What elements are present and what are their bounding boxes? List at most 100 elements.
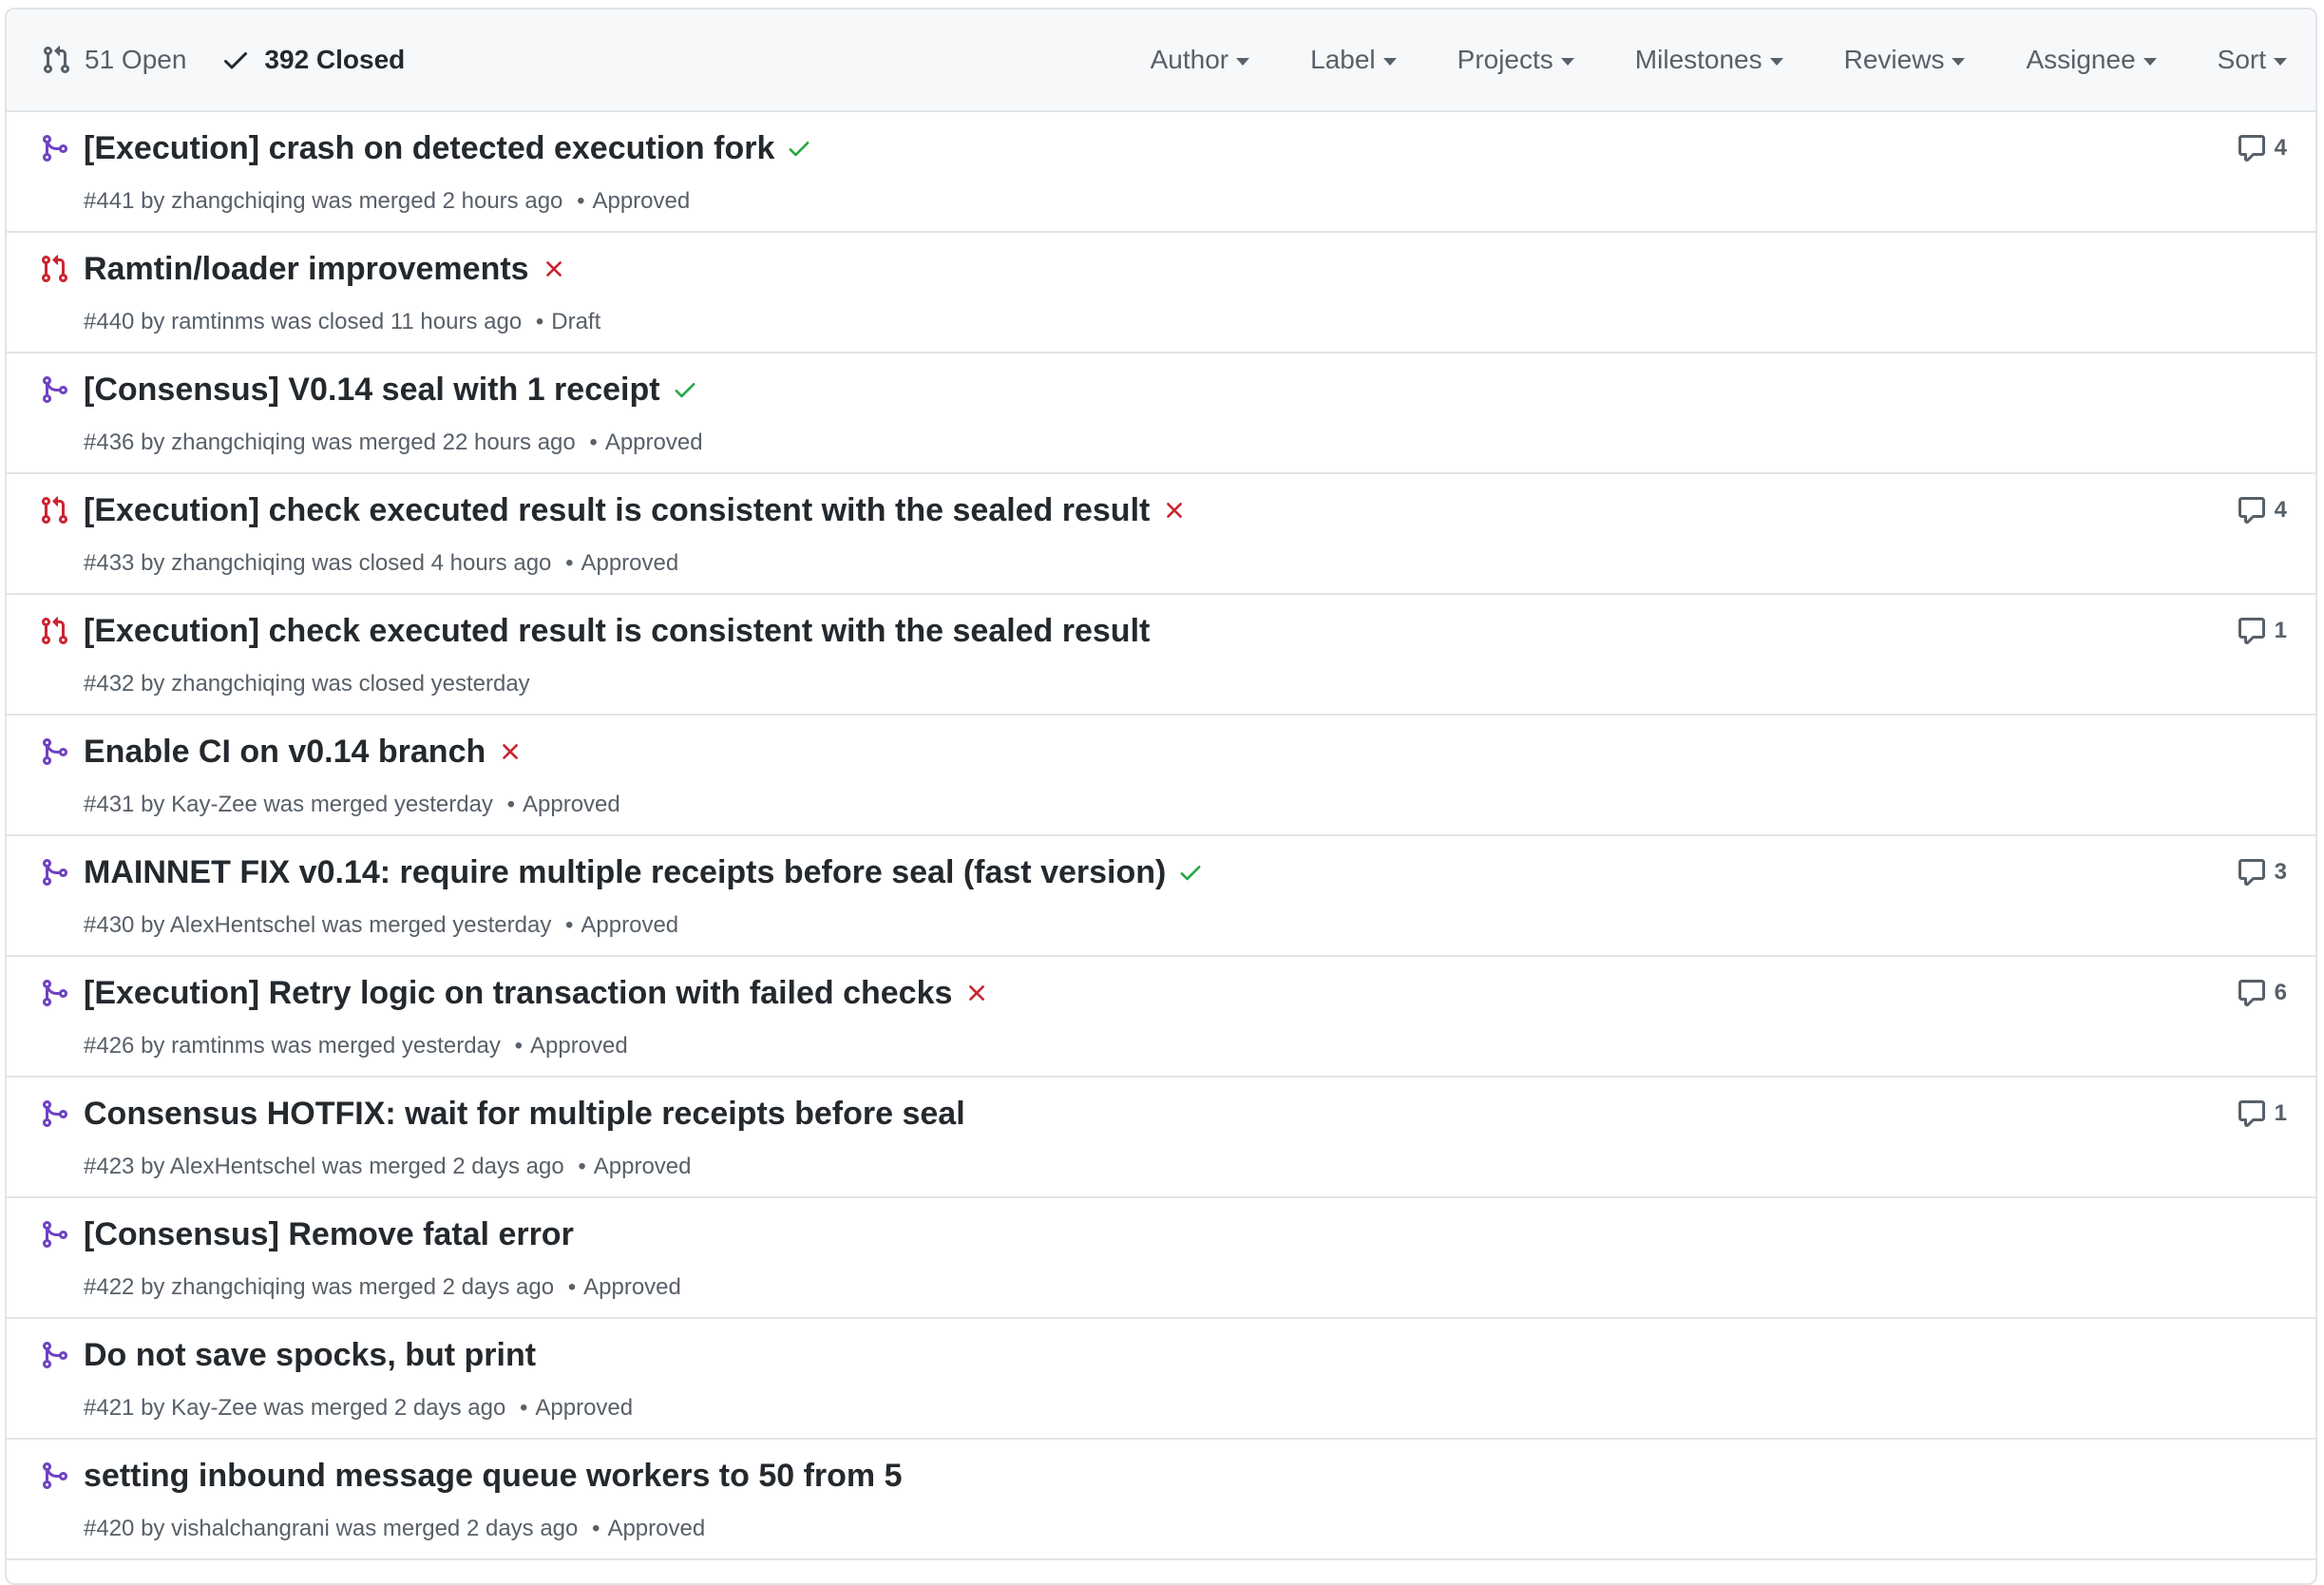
comment-count[interactable]: 1	[2237, 616, 2287, 646]
pull-request-author[interactable]: zhangchiqing	[171, 430, 305, 455]
pull-request-author[interactable]: zhangchiqing	[171, 188, 305, 214]
pull-request-title[interactable]: Ramtin/loader improvements	[84, 250, 529, 289]
filter-author[interactable]: Author	[1151, 45, 1250, 75]
comment-count[interactable]: 4	[2237, 133, 2287, 163]
closed-count: 392 Closed	[264, 45, 406, 74]
title-line: setting inbound message queue workers to…	[84, 1457, 903, 1496]
merged-pr-icon	[39, 374, 69, 405]
check-success-icon[interactable]	[672, 376, 698, 403]
by-word: by	[141, 1154, 165, 1179]
pull-request-meta: #432 by zhangchiqing was closed yesterda…	[84, 671, 530, 698]
review-status[interactable]: Approved	[581, 550, 678, 576]
review-status[interactable]: Approved	[530, 1033, 628, 1059]
pull-request-title[interactable]: [Execution] check executed result is con…	[84, 491, 1150, 530]
pull-request-title[interactable]: [Consensus] Remove fatal error	[84, 1215, 574, 1254]
review-status[interactable]: Approved	[607, 1516, 705, 1541]
pull-request-row: [Consensus] V0.14 seal with 1 receipt #4…	[7, 353, 2315, 474]
comment-count[interactable]: 4	[2237, 495, 2287, 525]
caret-down-icon	[2274, 57, 2287, 66]
filter-projects[interactable]: Projects	[1457, 45, 1574, 75]
pull-request-author[interactable]: AlexHentschel	[170, 912, 315, 938]
pull-request-meta: #430 by AlexHentschel was merged yesterd…	[84, 912, 678, 940]
pull-request-title[interactable]: [Execution] crash on detected execution …	[84, 129, 774, 168]
by-word: by	[141, 309, 165, 334]
separator-dot: •	[592, 1516, 600, 1541]
merged-pr-icon	[39, 736, 69, 767]
pull-request-number: #432	[84, 671, 135, 697]
pull-request-title[interactable]: Do not save spocks, but print	[84, 1336, 536, 1375]
pull-request-meta: #422 by zhangchiqing was merged 2 days a…	[84, 1274, 681, 1302]
pull-request-title[interactable]: Consensus HOTFIX: wait for multiple rece…	[84, 1095, 965, 1134]
by-word: by	[141, 188, 165, 214]
filter-label[interactable]: Label	[1310, 45, 1397, 75]
by-word: by	[141, 550, 165, 576]
review-status[interactable]: Approved	[605, 430, 703, 455]
pull-request-time: 22 hours ago	[442, 430, 576, 455]
filter-label: Sort	[2217, 45, 2266, 74]
filter-reviews[interactable]: Reviews	[1844, 45, 1966, 75]
check-failure-icon[interactable]	[1161, 497, 1188, 524]
pull-request-title[interactable]: Enable CI on v0.14 branch	[84, 733, 486, 772]
pull-request-number: #423	[84, 1154, 135, 1179]
review-status[interactable]: Approved	[581, 912, 678, 938]
pull-request-author[interactable]: ramtinms	[171, 309, 265, 334]
pull-request-action: was closed	[312, 671, 425, 697]
caret-down-icon	[2143, 57, 2157, 66]
review-status[interactable]: Draft	[551, 309, 600, 334]
merged-pr-icon	[39, 1219, 69, 1250]
pull-request-meta: #420 by vishalchangrani was merged 2 day…	[84, 1516, 705, 1543]
pull-request-author[interactable]: zhangchiqing	[171, 550, 305, 576]
pull-request-meta: #423 by AlexHentschel was merged 2 days …	[84, 1154, 692, 1181]
title-line: [Consensus] Remove fatal error	[84, 1215, 574, 1254]
pull-request-meta: #436 by zhangchiqing was merged 22 hours…	[84, 430, 703, 457]
pull-request-author[interactable]: AlexHentschel	[170, 1154, 315, 1179]
pull-request-author[interactable]: zhangchiqing	[171, 671, 305, 697]
pull-request-author[interactable]: zhangchiqing	[171, 1274, 305, 1300]
pull-request-author[interactable]: vishalchangrani	[171, 1516, 330, 1541]
comment-number: 4	[2274, 497, 2287, 523]
separator-dot: •	[578, 1154, 586, 1179]
pull-request-meta: #431 by Kay-Zee was merged yesterday • Ap…	[84, 792, 620, 819]
open-toggle[interactable]: 51 Open	[35, 45, 192, 75]
separator-dot: •	[589, 430, 598, 455]
filter-label: Milestones	[1634, 45, 1762, 74]
closed-toggle[interactable]: 392 Closed	[215, 45, 410, 75]
pull-request-row: [Execution] check executed result is con…	[7, 474, 2315, 595]
check-success-icon[interactable]	[786, 135, 812, 162]
review-status[interactable]: Approved	[594, 1154, 692, 1179]
pull-request-number: #431	[84, 792, 135, 817]
review-status[interactable]: Approved	[583, 1274, 681, 1300]
review-status[interactable]: Approved	[535, 1395, 633, 1421]
open-count: 51 Open	[85, 45, 187, 74]
filter-sort[interactable]: Sort	[2218, 45, 2287, 75]
pull-request-row: Consensus HOTFIX: wait for multiple rece…	[7, 1078, 2315, 1198]
pull-request-time: yesterday	[452, 912, 552, 938]
review-wrap: • Approved	[569, 188, 690, 214]
comment-count[interactable]: 6	[2237, 978, 2287, 1008]
caret-down-icon	[1382, 57, 1397, 66]
check-failure-icon[interactable]	[497, 738, 524, 765]
filter-label: Author	[1150, 45, 1229, 74]
pull-request-title[interactable]: [Consensus] V0.14 seal with 1 receipt	[84, 371, 660, 410]
pull-request-time: 2 hours ago	[442, 188, 563, 214]
comment-count[interactable]: 1	[2237, 1098, 2287, 1129]
check-failure-icon[interactable]	[541, 256, 567, 282]
pull-request-title[interactable]: setting inbound message queue workers to…	[84, 1457, 903, 1496]
comment-number: 1	[2274, 618, 2287, 643]
pull-request-title[interactable]: [Execution] Retry logic on transaction w…	[84, 974, 952, 1013]
check-success-icon[interactable]	[1177, 859, 1204, 886]
pull-request-title[interactable]: MAINNET FIX v0.14: require multiple rece…	[84, 853, 1166, 892]
title-line: Do not save spocks, but print	[84, 1336, 536, 1375]
review-status[interactable]: Approved	[523, 792, 620, 817]
filter-milestones[interactable]: Milestones	[1635, 45, 1783, 75]
pull-request-author[interactable]: ramtinms	[171, 1033, 265, 1059]
pull-request-title[interactable]: [Execution] check executed result is con…	[84, 612, 1150, 651]
pull-request-author[interactable]: Kay-Zee	[171, 792, 257, 817]
filter-assignee[interactable]: Assignee	[2026, 45, 2157, 75]
filter-bar: Author Label Projects Milestones Reviews…	[1090, 45, 2287, 75]
comment-count[interactable]: 3	[2237, 857, 2287, 888]
pull-request-author[interactable]: Kay-Zee	[171, 1395, 257, 1421]
check-failure-icon[interactable]	[963, 980, 990, 1006]
merged-pr-icon	[39, 857, 69, 888]
review-status[interactable]: Approved	[592, 188, 690, 214]
